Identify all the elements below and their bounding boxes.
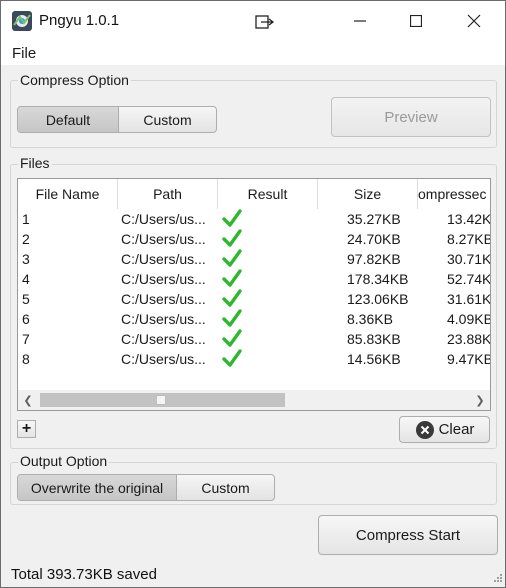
cell-compressed: 31.61K [447, 291, 491, 307]
compress-mode-custom-button[interactable]: Custom [118, 107, 216, 132]
cell-compressed: 4.09KB [447, 311, 491, 327]
clear-button[interactable]: Clear [399, 416, 490, 443]
table-row[interactable]: 8 C:/Users/us... 14.56KB 9.47KB [18, 349, 491, 369]
column-header-compressed[interactable]: ompressec [418, 179, 490, 209]
cell-file-name: 7 [22, 331, 30, 347]
cell-size: 8.36KB [347, 311, 393, 327]
column-header-result[interactable]: Result [218, 179, 318, 209]
cell-path: C:/Users/us... [121, 311, 206, 327]
column-header-size[interactable]: Size [318, 179, 418, 209]
add-file-button[interactable]: + [17, 420, 36, 438]
cell-path: C:/Users/us... [121, 291, 206, 307]
cell-path: C:/Users/us... [121, 211, 206, 227]
cell-path: C:/Users/us... [121, 231, 206, 247]
cell-file-name: 6 [22, 311, 30, 327]
table-header: File Name Path Result Size ompressec [18, 179, 490, 209]
maximize-button[interactable] [387, 1, 445, 41]
minimize-button[interactable] [331, 1, 389, 41]
output-mode-overwrite-button[interactable]: Overwrite the original [18, 475, 176, 500]
cell-file-name: 2 [22, 231, 30, 247]
cell-compressed: 23.88K [447, 331, 491, 347]
cell-size: 35.27KB [347, 211, 401, 227]
minimize-icon [354, 20, 366, 22]
cell-size: 178.34KB [347, 271, 409, 287]
table-row[interactable]: 4 C:/Users/us... 178.34KB 52.74K [18, 269, 491, 289]
app-logo-icon [12, 11, 32, 31]
output-option-title: Output Option [18, 453, 110, 469]
cell-path: C:/Users/us... [121, 271, 206, 287]
cell-compressed: 13.42K [447, 211, 491, 227]
app-window: Pngyu 1.0.1 File Compress Option Default… [0, 0, 506, 588]
cell-size: 14.56KB [347, 351, 401, 367]
cell-file-name: 4 [22, 271, 30, 287]
cell-file-name: 3 [22, 251, 30, 267]
success-check-icon [221, 349, 261, 369]
close-button[interactable] [445, 1, 503, 41]
horizontal-scrollbar[interactable]: ❮ ❯ [18, 390, 490, 410]
close-icon [467, 14, 481, 28]
cell-file-name: 8 [22, 351, 30, 367]
cell-size: 123.06KB [347, 291, 409, 307]
table-row[interactable]: 5 C:/Users/us... 123.06KB 31.61K [18, 289, 491, 309]
maximize-icon [410, 15, 422, 27]
clear-x-icon [415, 420, 434, 439]
status-bar-text: Total 393.73KB saved [11, 566, 157, 583]
resize-grip-icon[interactable] [491, 573, 503, 585]
cell-file-name: 1 [22, 211, 30, 227]
menu-bar: File [1, 41, 505, 65]
table-row[interactable]: 1 C:/Users/us... 35.27KB 13.42K [18, 209, 491, 229]
success-check-icon [221, 249, 261, 269]
files-title: Files [18, 155, 52, 171]
compress-option-title: Compress Option [18, 72, 131, 88]
table-row[interactable]: 2 C:/Users/us... 24.70KB 8.27KB [18, 229, 491, 249]
scroll-left-icon[interactable]: ❮ [21, 393, 35, 407]
compress-mode-toggle: Default Custom [17, 106, 217, 133]
cell-compressed: 9.47KB [447, 351, 491, 367]
cell-file-name: 5 [22, 291, 30, 307]
cell-size: 85.83KB [347, 331, 401, 347]
cell-path: C:/Users/us... [121, 351, 206, 367]
cell-size: 24.70KB [347, 231, 401, 247]
cell-compressed: 8.27KB [447, 231, 491, 247]
preview-button[interactable]: Preview [331, 97, 491, 137]
compress-mode-default-button[interactable]: Default [18, 107, 118, 132]
compress-start-button[interactable]: Compress Start [318, 515, 498, 555]
cell-size: 97.82KB [347, 251, 401, 267]
success-check-icon [221, 289, 261, 309]
cell-compressed: 30.71K [447, 251, 491, 267]
success-check-icon [221, 269, 261, 289]
snap-layout-icon[interactable] [253, 14, 275, 30]
success-check-icon [221, 209, 261, 229]
cell-compressed: 52.74K [447, 271, 491, 287]
title-bar[interactable]: Pngyu 1.0.1 [1, 1, 505, 41]
column-header-file-name[interactable]: File Name [18, 179, 118, 209]
output-mode-toggle: Overwrite the original Custom [17, 474, 275, 501]
menu-file[interactable]: File [12, 45, 36, 62]
table-row[interactable]: 7 C:/Users/us... 85.83KB 23.88K [18, 329, 491, 349]
files-table[interactable]: File Name Path Result Size ompressec 1 C:… [17, 178, 491, 411]
column-header-path[interactable]: Path [118, 179, 218, 209]
success-check-icon [221, 329, 261, 349]
scrollbar-grip [156, 395, 166, 405]
cell-path: C:/Users/us... [121, 251, 206, 267]
success-check-icon [221, 229, 261, 249]
table-row[interactable]: 3 C:/Users/us... 97.82KB 30.71K [18, 249, 491, 269]
scroll-right-icon[interactable]: ❯ [473, 393, 487, 407]
clear-label: Clear [438, 421, 475, 438]
table-row[interactable]: 6 C:/Users/us... 8.36KB 4.09KB [18, 309, 491, 329]
success-check-icon [221, 309, 261, 329]
cell-path: C:/Users/us... [121, 331, 206, 347]
window-title: Pngyu 1.0.1 [39, 12, 120, 29]
output-mode-custom-button[interactable]: Custom [176, 475, 274, 500]
